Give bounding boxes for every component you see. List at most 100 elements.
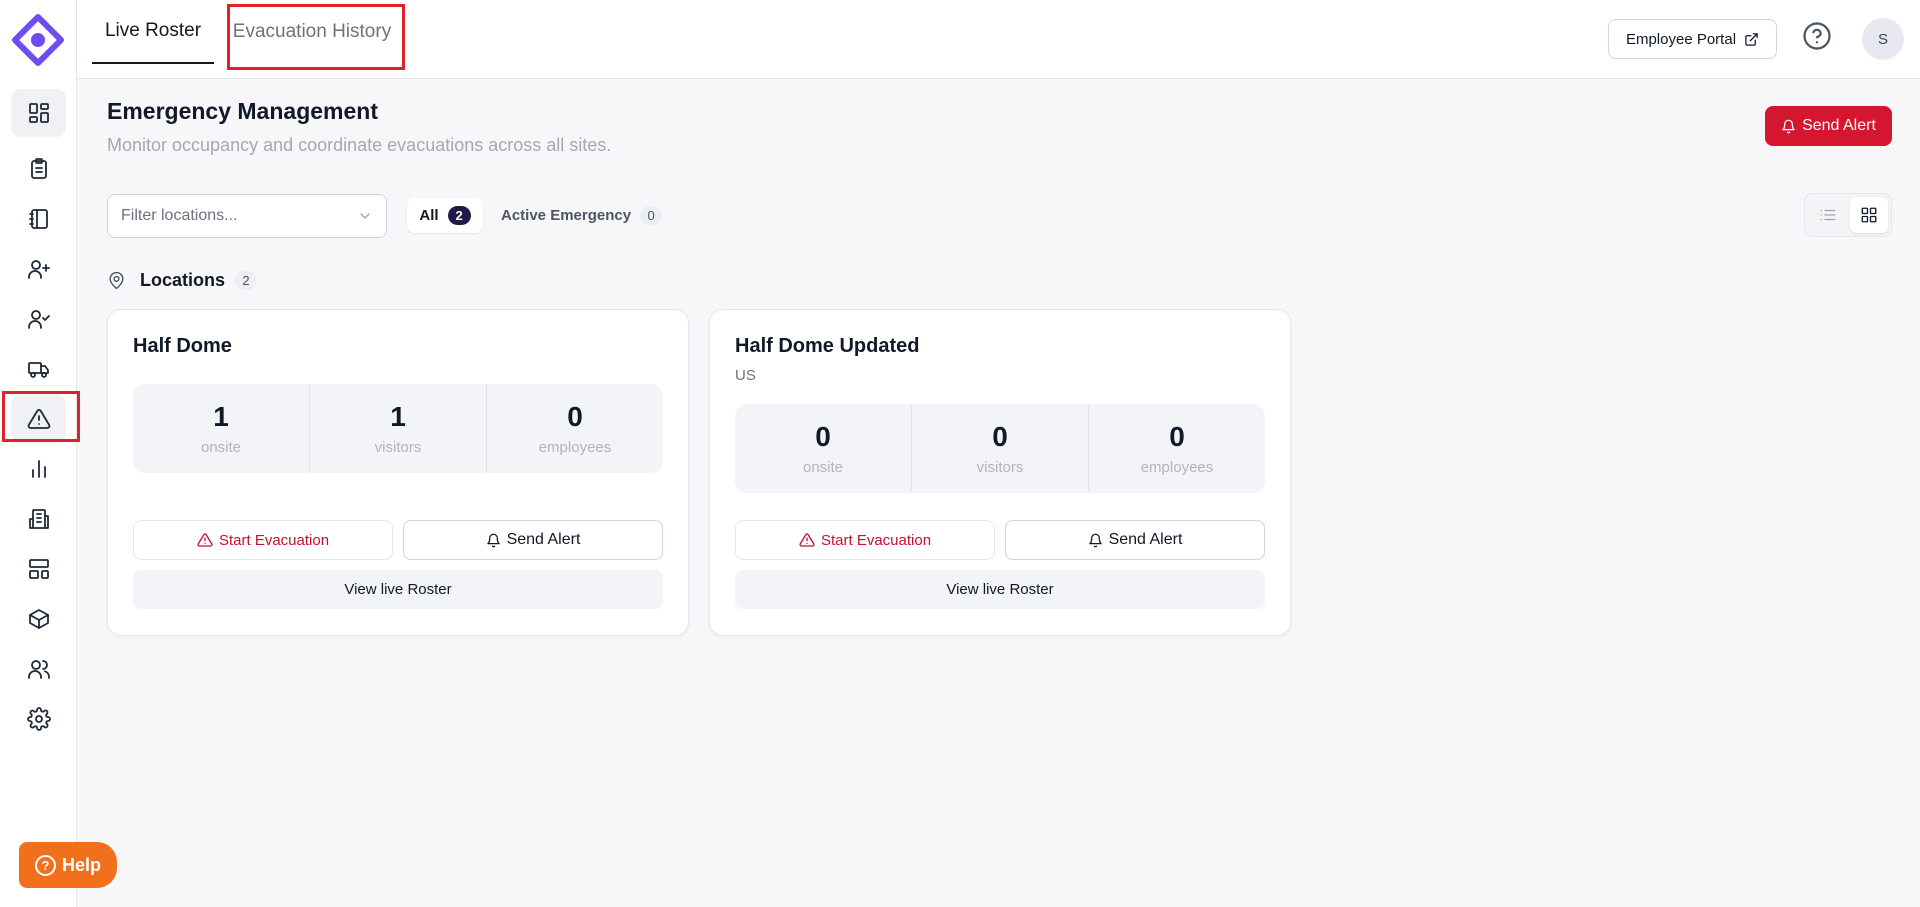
send-alert-button[interactable]: Send Alert: [1765, 106, 1892, 146]
building-icon: [28, 509, 49, 529]
sidebar-item-users[interactable]: [11, 645, 66, 693]
dashboard-icon: [28, 103, 49, 123]
view-toggle: [1804, 193, 1892, 237]
notebook-icon: [28, 209, 48, 229]
filter-all-label: All: [419, 207, 439, 224]
user-check-icon: [27, 310, 50, 329]
help-circle-icon[interactable]: [1802, 21, 1832, 51]
locations-count: 2: [235, 270, 258, 290]
stat-employees: 0 employees: [1089, 404, 1265, 493]
external-link-icon: [1745, 32, 1758, 46]
user-plus-icon: [27, 260, 50, 279]
page-title: Emergency Management: [107, 98, 378, 124]
help-question-icon: ?: [34, 854, 56, 876]
location-region: US: [735, 367, 756, 384]
stat-value: 1: [213, 401, 229, 432]
top-bar: Live Roster Evacuation History Employee …: [77, 0, 1920, 79]
grid-view-button[interactable]: [1850, 197, 1888, 233]
tab-live-roster[interactable]: Live Roster: [92, 0, 214, 64]
employee-portal-button[interactable]: Employee Portal: [1608, 19, 1777, 59]
sidebar-item-dashboard[interactable]: [11, 89, 66, 137]
start-evacuation-label: Start Evacuation: [218, 531, 330, 549]
stat-visitors: 0 visitors: [912, 404, 1089, 493]
users-icon: [27, 660, 50, 679]
page-subtitle: Monitor occupancy and coordinate evacuat…: [107, 135, 612, 155]
card-send-alert-button[interactable]: Send Alert: [403, 520, 663, 560]
filter-active-emergency-tab[interactable]: Active Emergency 0: [501, 198, 663, 233]
stat-value: 0: [1169, 421, 1185, 452]
grid-icon: [1861, 207, 1877, 223]
send-alert-label: Send Alert: [1802, 117, 1876, 134]
bell-icon: [1088, 533, 1102, 547]
help-label: Help: [61, 854, 101, 875]
sidebar-item-notebook[interactable]: [11, 195, 66, 243]
stat-label: visitors: [976, 459, 1024, 476]
location-name: Half Dome Updated: [735, 335, 920, 357]
stat-value: 0: [567, 401, 583, 432]
view-live-roster-button[interactable]: View live Roster: [735, 570, 1265, 609]
stat-value: 0: [815, 421, 831, 452]
help-button[interactable]: ? Help: [19, 842, 117, 888]
sidebar-item-analytics[interactable]: [11, 445, 66, 493]
locations-label: Locations: [140, 269, 226, 290]
package-icon: [28, 609, 49, 629]
stat-onsite: 0 onsite: [735, 404, 912, 493]
employee-portal-label: Employee Portal: [1625, 30, 1737, 48]
stat-label: employees: [1140, 459, 1214, 476]
sidebar-item-layout[interactable]: [11, 545, 66, 593]
stat-label: visitors: [374, 439, 422, 456]
occupancy-stats: 1 onsite 1 visitors 0 employees: [133, 384, 663, 473]
location-card: Half Dome 1 onsite 1 visitors 0 employee…: [107, 309, 689, 636]
sidebar-item-deliveries[interactable]: [11, 345, 66, 393]
sidebar-item-clipboard[interactable]: [11, 145, 66, 193]
occupancy-stats: 0 onsite 0 visitors 0 employees: [735, 404, 1265, 493]
sidebar-item-buildings[interactable]: [11, 495, 66, 543]
location-name: Half Dome: [133, 335, 232, 357]
card-send-alert-label: Send Alert: [506, 531, 581, 548]
bar-chart-icon: [31, 460, 46, 478]
sidebar: ? Help: [0, 0, 117, 907]
stat-label: onsite: [200, 439, 242, 456]
stat-value: 1: [390, 401, 406, 432]
bell-icon: [1782, 119, 1795, 133]
stat-value: 0: [992, 421, 1008, 452]
filter-all-count: 2: [447, 206, 471, 225]
settings-icon: [26, 707, 51, 731]
sidebar-item-check-user[interactable]: [11, 295, 66, 343]
start-evacuation-label: Start Evacuation: [820, 531, 932, 549]
filter-active-count: 0: [640, 206, 663, 225]
list-icon: [1820, 209, 1836, 221]
start-evacuation-button[interactable]: Start Evacuation: [133, 520, 393, 560]
warning-triangle-icon: [799, 533, 815, 547]
sidebar-item-settings[interactable]: [11, 695, 66, 743]
filter-all-tab[interactable]: All 2: [407, 198, 483, 233]
start-evacuation-button[interactable]: Start Evacuation: [735, 520, 995, 560]
clipboard-icon: [30, 158, 47, 179]
view-live-roster-button[interactable]: View live Roster: [133, 570, 663, 609]
avatar[interactable]: S: [1862, 18, 1904, 60]
bell-icon: [486, 533, 500, 547]
stat-label: onsite: [802, 459, 844, 476]
sidebar-item-add-user[interactable]: [11, 245, 66, 293]
warning-triangle-icon: [197, 533, 213, 547]
stat-visitors: 1 visitors: [310, 384, 487, 473]
truck-icon: [27, 362, 49, 378]
stat-onsite: 1 onsite: [133, 384, 310, 473]
card-send-alert-label: Send Alert: [1108, 531, 1183, 548]
sidebar-item-packages[interactable]: [11, 595, 66, 643]
app-root: ? Help Live Roster Evacuation History Em…: [0, 0, 1920, 907]
app-logo[interactable]: [12, 14, 64, 66]
stat-label: employees: [538, 439, 612, 456]
stat-employees: 0 employees: [487, 384, 663, 473]
map-pin-icon: [109, 271, 124, 289]
chevron-down-icon: [360, 213, 370, 219]
emergency-highlight-box: [2, 391, 80, 442]
location-card: Half Dome Updated US 0 onsite 0 visitors…: [709, 309, 1291, 636]
card-send-alert-button[interactable]: Send Alert: [1005, 520, 1265, 560]
list-view-button[interactable]: [1809, 197, 1847, 233]
locations-header: Locations 2: [107, 268, 258, 292]
filter-locations-select[interactable]: Filter locations...: [107, 194, 387, 238]
filter-placeholder: Filter locations...: [121, 207, 238, 224]
filter-active-label: Active Emergency: [501, 207, 632, 224]
evacuation-history-highlight-box: [227, 4, 405, 70]
